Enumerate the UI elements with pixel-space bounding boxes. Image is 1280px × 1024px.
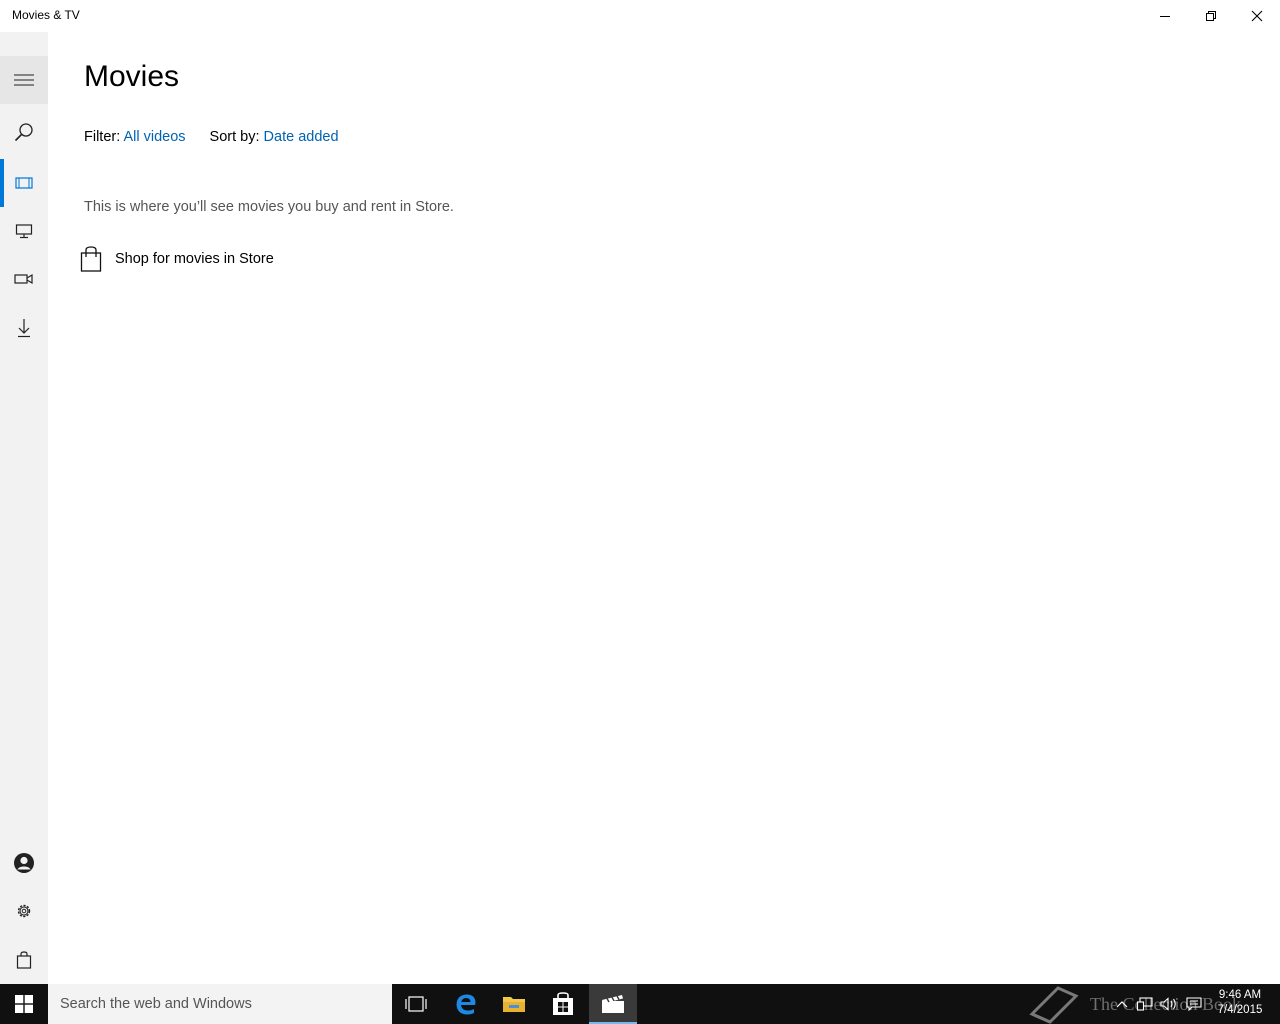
- volume-icon: [1160, 997, 1176, 1011]
- video-camera-icon: [14, 273, 33, 285]
- close-button[interactable]: [1234, 0, 1280, 32]
- film-icon: [15, 177, 33, 189]
- taskbar: Search the web and Windows The Collectio…: [0, 984, 1280, 1024]
- search-placeholder: Search the web and Windows: [60, 996, 252, 1012]
- store-icon: [553, 992, 573, 1015]
- minimize-button[interactable]: [1142, 0, 1188, 32]
- nav-tv-button[interactable]: [0, 207, 48, 255]
- taskbar-search-box[interactable]: Search the web and Windows: [48, 984, 392, 1024]
- shopping-bag-icon: [80, 246, 102, 272]
- filter-sort-bar: Filter: All videos Sort by: Date added: [84, 129, 339, 145]
- file-explorer-icon: [503, 997, 525, 1012]
- account-icon: [14, 853, 34, 873]
- title-bar: Movies & TV: [0, 0, 1280, 32]
- hamburger-menu-button[interactable]: [0, 56, 48, 104]
- main-content: Movies Filter: All videos Sort by: Date …: [48, 32, 1280, 984]
- filter-dropdown[interactable]: All videos: [123, 129, 185, 145]
- sort-label: Sort by:: [209, 129, 260, 145]
- empty-state-message: This is where you’ll see movies you buy …: [84, 199, 454, 215]
- nav-account-button[interactable]: [0, 839, 48, 887]
- clock-date: 7/4/2015: [1217, 1004, 1263, 1016]
- gear-icon: [17, 904, 31, 918]
- action-center-icon: [1186, 997, 1202, 1011]
- shopping-bag-icon: [16, 951, 32, 969]
- nav-videos-button[interactable]: [0, 255, 48, 303]
- clock-time: 9:46 AM: [1218, 989, 1262, 1001]
- minimize-icon: [1160, 16, 1170, 17]
- book-logo-icon: [1029, 986, 1079, 1024]
- movies-tv-icon: [602, 995, 624, 1013]
- nav-settings-button[interactable]: [0, 887, 48, 935]
- action-center-button[interactable]: [1182, 984, 1206, 1024]
- taskbar-clock[interactable]: 9:46 AM 7/4/2015: [1208, 988, 1272, 1018]
- store-taskbar-button[interactable]: [539, 984, 587, 1024]
- filter-label: Filter:: [84, 129, 121, 145]
- hamburger-icon: [14, 74, 34, 86]
- nav-store-button[interactable]: [0, 936, 48, 984]
- network-icon: [1137, 997, 1153, 1011]
- edge-taskbar-button[interactable]: [442, 984, 490, 1024]
- task-view-icon: [405, 996, 427, 1012]
- file-explorer-taskbar-button[interactable]: [490, 984, 538, 1024]
- restore-icon: [1206, 11, 1216, 21]
- windows-logo-icon: [15, 995, 33, 1013]
- nav-downloads-button[interactable]: [0, 304, 48, 352]
- filter-control[interactable]: Filter: All videos: [84, 129, 186, 145]
- nav-search-button[interactable]: [0, 108, 48, 156]
- show-hidden-icons-button[interactable]: [1112, 984, 1132, 1024]
- close-icon: [1251, 10, 1263, 22]
- volume-button[interactable]: [1158, 984, 1180, 1024]
- sort-control[interactable]: Sort by: Date added: [210, 129, 339, 145]
- restore-button[interactable]: [1188, 0, 1234, 32]
- window-title: Movies & TV: [12, 8, 80, 22]
- shop-movies-label: Shop for movies in Store: [115, 251, 274, 267]
- navigation-pane: [0, 32, 48, 984]
- chevron-up-icon: [1116, 1001, 1128, 1008]
- nav-movies-button[interactable]: [0, 159, 48, 207]
- movies-tv-taskbar-button[interactable]: [589, 984, 637, 1024]
- tv-icon: [15, 224, 33, 239]
- task-view-button[interactable]: [392, 984, 440, 1024]
- page-title: Movies: [84, 60, 180, 93]
- network-button[interactable]: [1134, 984, 1156, 1024]
- search-icon: [14, 123, 33, 142]
- shop-movies-link[interactable]: Shop for movies in Store: [80, 246, 274, 272]
- sort-dropdown[interactable]: Date added: [264, 129, 339, 145]
- start-button[interactable]: [0, 984, 48, 1024]
- edge-icon: [456, 994, 476, 1015]
- download-icon: [18, 319, 30, 338]
